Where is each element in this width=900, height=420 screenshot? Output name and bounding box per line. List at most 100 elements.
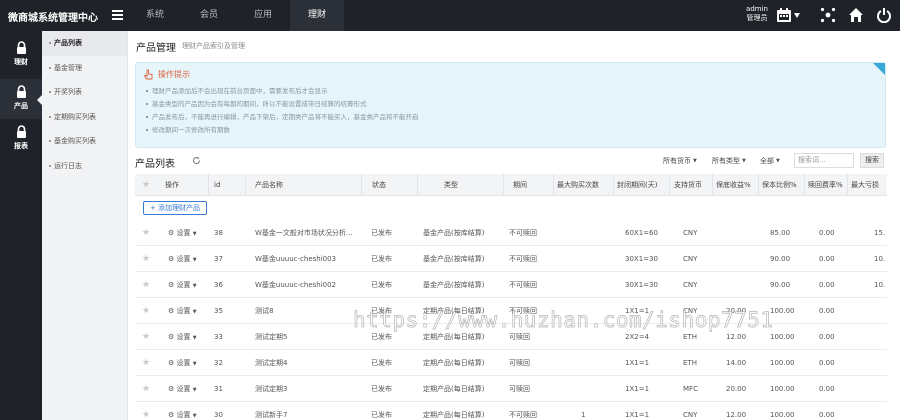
- star-icon[interactable]: ★: [142, 220, 150, 246]
- search-button[interactable]: 搜索: [860, 153, 884, 168]
- header-status: 状态: [372, 181, 386, 189]
- cell-type: 定期产品(每日结算): [423, 359, 485, 367]
- admin-role: 管理员: [746, 14, 768, 22]
- chevron-down-icon: ▼: [192, 413, 197, 419]
- cell-max-buy: 1: [581, 411, 586, 419]
- sidebar-item-products[interactable]: 产品: [0, 79, 42, 119]
- currency-filter[interactable]: 所有货币 ▼: [663, 154, 697, 168]
- top-bar: 微商城系统管理中心 系统 会员 应用 理财 admin 管理员: [0, 0, 900, 31]
- refresh-icon[interactable]: [192, 156, 201, 165]
- cell-max-loss: 15.: [874, 229, 886, 237]
- nav-item-system[interactable]: 系统: [128, 0, 182, 31]
- brand-title: 微商城系统管理中心: [8, 13, 98, 24]
- row-settings-dropdown[interactable]: ⚙ 设置 ▼: [168, 272, 197, 298]
- cell-max-loss: 10.: [874, 255, 886, 263]
- plus-icon: +: [149, 204, 156, 212]
- menu-toggle-icon[interactable]: [112, 10, 123, 20]
- star-icon[interactable]: ★: [142, 376, 150, 402]
- cell-id: 33: [214, 333, 223, 341]
- star-icon[interactable]: ★: [142, 324, 150, 350]
- cell-min-yield: 20.00: [726, 307, 747, 315]
- calendar-icon[interactable]: [776, 7, 792, 23]
- row-settings-dropdown[interactable]: ⚙ 设置 ▼: [168, 350, 197, 376]
- type-filter[interactable]: 所有类型 ▼: [712, 154, 746, 168]
- cell-id: 30: [214, 411, 223, 419]
- row-settings-dropdown[interactable]: ⚙ 设置 ▼: [168, 246, 197, 272]
- tip-line: 产品发布后，不能再进行编辑，产品下架后，定期类产品将不能买入，基金类产品将不能开…: [146, 111, 419, 124]
- row-settings-dropdown[interactable]: ⚙ 设置 ▼: [168, 298, 197, 324]
- star-icon[interactable]: ★: [142, 350, 150, 376]
- admin-user[interactable]: admin 管理员: [740, 5, 774, 23]
- submenu-item-run-log[interactable]: 运行日志: [42, 154, 127, 179]
- cell-redeem-fee: 0.00: [819, 281, 835, 289]
- star-icon[interactable]: ★: [142, 272, 150, 298]
- cell-period: 不可赎回: [509, 281, 537, 289]
- cell-currency: ETH: [683, 359, 697, 367]
- sidebar-item-label: 产品: [14, 102, 28, 110]
- submenu-item-lottery-list[interactable]: 开奖列表: [42, 80, 127, 105]
- column-divider: [361, 174, 362, 196]
- status-filter-value: 全部: [760, 157, 774, 165]
- sidebar-item-reports[interactable]: 报表: [0, 119, 42, 159]
- nav-item-member[interactable]: 会员: [182, 0, 236, 31]
- chevron-down-icon: ▼: [776, 158, 780, 164]
- row-settings-dropdown[interactable]: ⚙ 设置 ▼: [168, 376, 197, 402]
- header-closed-days: 封闭期间(天): [617, 181, 658, 189]
- cell-min-yield: 20.00: [726, 385, 747, 393]
- cell-period: 可赎回: [509, 385, 530, 393]
- home-icon[interactable]: [848, 7, 864, 23]
- settings-label: 设置: [176, 385, 191, 393]
- column-divider: [758, 174, 759, 196]
- cell-name: 测试8: [255, 307, 274, 315]
- cell-status: 已发布: [371, 255, 392, 263]
- cell-redeem-fee: 0.00: [819, 385, 835, 393]
- cell-name: 测试新手7: [255, 411, 288, 419]
- table-row: ★ ⚙ 设置 ▼ 31 测试定期3 已发布 定期产品(每日结算) 可赎回 1X1=1 MFC 20…: [135, 376, 887, 402]
- type-filter-value: 所有类型: [712, 157, 740, 165]
- cell-redeem-fee: 0.00: [819, 333, 835, 341]
- settings-label: 设置: [176, 411, 191, 419]
- submenu-item-fund-purchase-list[interactable]: 基金购买列表: [42, 129, 127, 154]
- chevron-down-icon: ▼: [192, 283, 197, 289]
- submenu-item-product-list[interactable]: 产品列表: [42, 31, 127, 56]
- nav-item-finance[interactable]: 理财: [290, 0, 344, 31]
- cell-type: 定期产品(每日结算): [423, 411, 485, 419]
- table-row: ★ ⚙ 设置 ▼ 32 测试定期4 已发布 定期产品(每日结算) 可赎回 1X1=1 ETH 14…: [135, 350, 887, 376]
- add-product-button[interactable]: + 添加理财产品: [143, 201, 207, 215]
- chevron-down-icon: ▼: [192, 361, 197, 367]
- cell-redeem-fee: 0.00: [819, 411, 835, 419]
- header-action: 操作: [165, 181, 179, 189]
- cell-closed-days: 1X1=1: [625, 359, 650, 367]
- lock-icon: [16, 85, 26, 98]
- star-icon[interactable]: ★: [142, 402, 150, 420]
- header-min-yield: 保底收益%: [716, 181, 751, 189]
- settings-spark-icon[interactable]: [820, 7, 836, 23]
- header-max-loss: 最大亏损: [851, 181, 879, 189]
- row-settings-dropdown[interactable]: ⚙ 设置 ▼: [168, 402, 197, 420]
- power-icon[interactable]: [876, 7, 892, 23]
- submenu-item-fund-management[interactable]: 基金管理: [42, 56, 127, 81]
- row-settings-dropdown[interactable]: ⚙ 设置 ▼: [168, 220, 197, 246]
- tips-title: 操作提示: [158, 69, 190, 79]
- row-settings-dropdown[interactable]: ⚙ 设置 ▼: [168, 324, 197, 350]
- sidebar-item-finance[interactable]: 理财: [0, 35, 42, 75]
- cell-id: 37: [214, 255, 223, 263]
- cell-name: 测试定期5: [255, 333, 288, 341]
- header-period: 期间: [513, 181, 527, 189]
- cell-redeem-fee: 0.00: [819, 229, 835, 237]
- search-input[interactable]: 搜索词...: [794, 153, 854, 168]
- star-icon[interactable]: ★: [142, 246, 150, 272]
- collapse-corner-icon[interactable]: [873, 63, 885, 75]
- star-icon[interactable]: ★: [142, 298, 150, 324]
- status-filter[interactable]: 全部 ▼: [760, 154, 780, 168]
- hand-pointer-icon: [143, 69, 153, 79]
- cell-period: 可赎回: [509, 359, 530, 367]
- nav-item-apps[interactable]: 应用: [236, 0, 290, 31]
- cell-type: 基金产品(按库结算): [423, 255, 485, 263]
- column-divider: [669, 174, 670, 196]
- cell-status: 已发布: [371, 359, 392, 367]
- column-divider: [553, 174, 554, 196]
- submenu-item-fixed-purchase-list[interactable]: 定期购买列表: [42, 105, 127, 130]
- cell-name: W基金一文般对市场状况分析...: [255, 229, 353, 237]
- header-redeem-fee: 赎回费率%: [808, 181, 843, 189]
